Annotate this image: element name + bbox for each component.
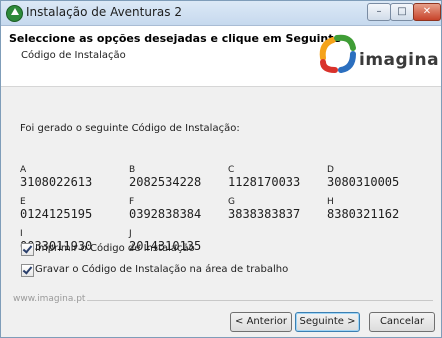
code-value: 0124125195 bbox=[20, 207, 93, 221]
save-desktop-checkbox[interactable] bbox=[21, 264, 34, 277]
code-letter: D bbox=[327, 165, 334, 175]
maximize-button[interactable]: □ bbox=[390, 3, 414, 21]
footer-divider bbox=[87, 300, 433, 301]
code-letter: C bbox=[228, 165, 235, 175]
code-cell-e: E 0124125195 bbox=[20, 197, 120, 221]
wizard-header: Seleccione as opções desejadas e clique … bbox=[1, 26, 441, 87]
code-cell-h: H 8380321162 bbox=[327, 197, 427, 221]
logo-text: imagina bbox=[359, 50, 440, 70]
code-cell-d: D 3080310005 bbox=[327, 165, 427, 189]
code-letter: G bbox=[228, 197, 235, 207]
code-letter: H bbox=[327, 197, 334, 207]
cancel-button[interactable]: Cancelar bbox=[369, 312, 435, 332]
window-title: Instalação de Aventuras 2 bbox=[26, 5, 182, 19]
code-value: 3838383837 bbox=[228, 207, 301, 221]
minimize-button[interactable]: – bbox=[367, 3, 391, 21]
code-letter: B bbox=[129, 165, 136, 175]
app-icon bbox=[6, 5, 23, 22]
code-letter: E bbox=[20, 197, 26, 207]
next-button[interactable]: Seguinte > bbox=[295, 312, 360, 332]
code-cell-b: B 2082534228 bbox=[129, 165, 229, 189]
code-value: 8380321162 bbox=[327, 207, 400, 221]
header-title: Seleccione as opções desejadas e clique … bbox=[9, 32, 341, 45]
code-cell-f: F 0392838384 bbox=[129, 197, 229, 221]
code-value: 2082534228 bbox=[129, 175, 202, 189]
code-letter: J bbox=[129, 229, 132, 239]
imagina-logo: imagina bbox=[317, 30, 441, 80]
close-button[interactable]: ✕ bbox=[413, 3, 441, 21]
save-desktop-label[interactable]: Gravar o Código de Instalação na área de… bbox=[35, 264, 288, 275]
code-cell-c: C 1128170033 bbox=[228, 165, 328, 189]
code-cell-a: A 3108022613 bbox=[20, 165, 120, 189]
header-subtitle: Código de Instalação bbox=[21, 50, 126, 61]
code-value: 3080310005 bbox=[327, 175, 400, 189]
title-bar: Instalação de Aventuras 2 – □ ✕ bbox=[1, 1, 441, 26]
intro-text: Foi gerado o seguinte Código de Instalaç… bbox=[20, 123, 240, 134]
installer-window: Instalação de Aventuras 2 – □ ✕ Seleccio… bbox=[0, 0, 442, 338]
print-code-label[interactable]: Imprimir o Código de Instalação bbox=[35, 243, 195, 254]
print-code-checkbox[interactable] bbox=[21, 243, 34, 256]
code-value: 1128170033 bbox=[228, 175, 301, 189]
code-cell-g: G 3838383837 bbox=[228, 197, 328, 221]
footer-brand: www.imagina.pt bbox=[13, 294, 86, 304]
code-value: 0392838384 bbox=[129, 207, 202, 221]
previous-button[interactable]: < Anterior bbox=[230, 312, 292, 332]
code-letter: F bbox=[129, 197, 135, 207]
code-letter: I bbox=[20, 229, 23, 239]
wizard-content: Foi gerado o seguinte Código de Instalaç… bbox=[1, 87, 441, 295]
code-letter: A bbox=[20, 165, 27, 175]
logo-mark-icon bbox=[319, 34, 356, 73]
code-value: 3108022613 bbox=[20, 175, 93, 189]
